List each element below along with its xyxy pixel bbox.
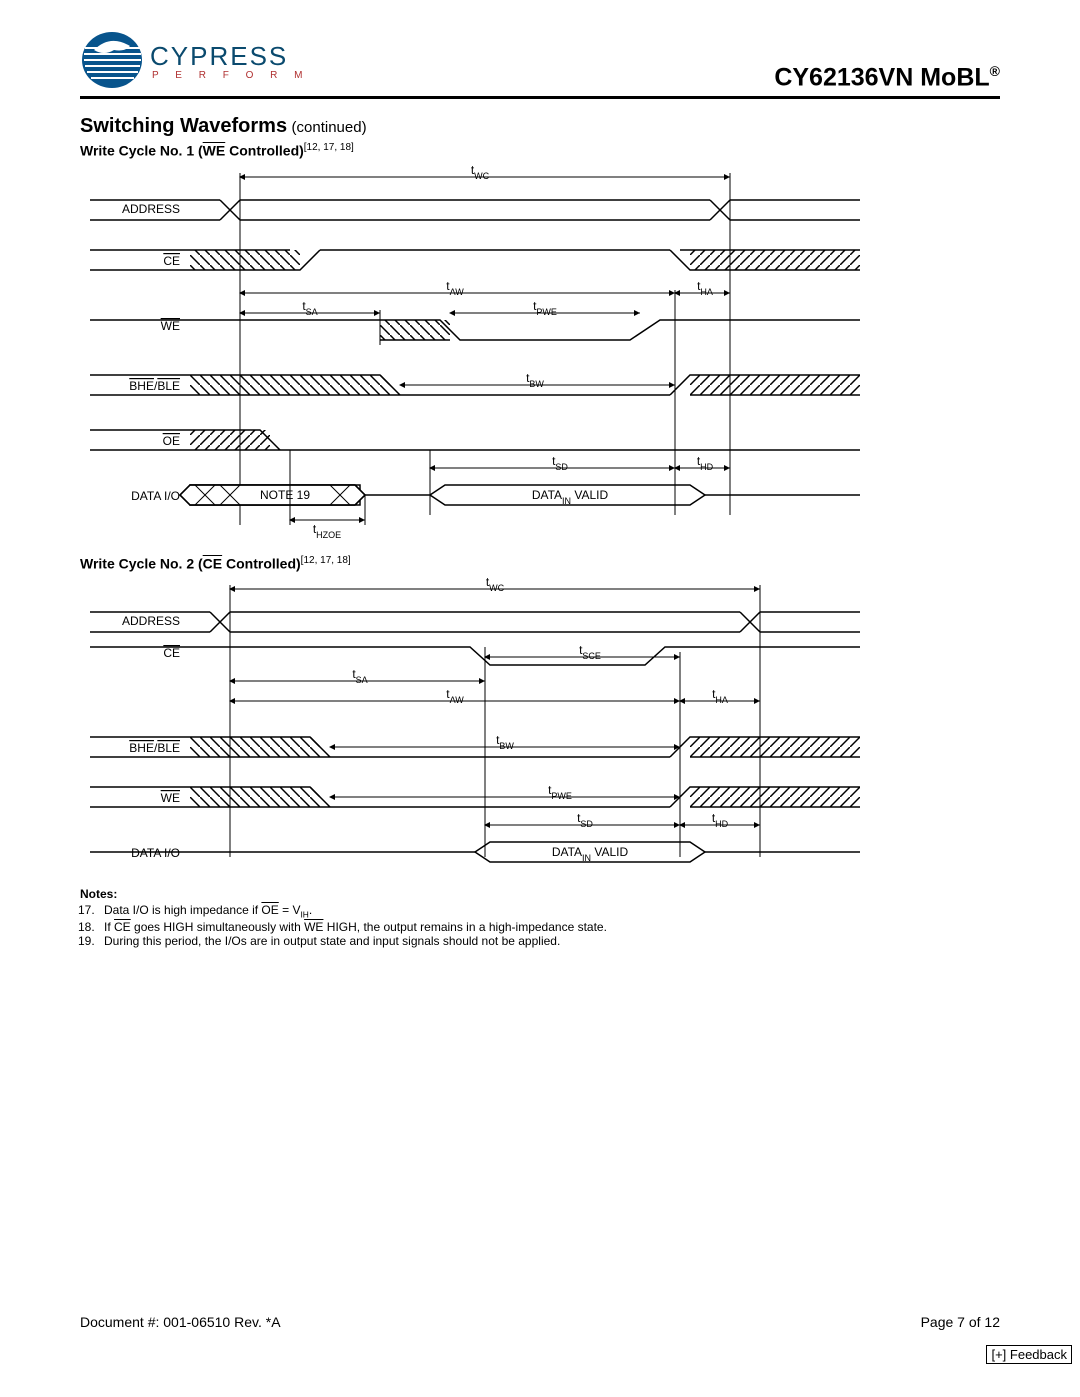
header-rule [80, 96, 1000, 99]
cycle1-title-bar: WE [203, 143, 226, 159]
data-valid-1: DATAIN VALID [532, 488, 609, 506]
sig-we: WE [161, 319, 180, 333]
footer: Document #: 001-06510 Rev. *A Page 7 of … [80, 1314, 1000, 1330]
svg-text:tHD: tHD [697, 454, 714, 472]
brand-sub: P E R F O R M [152, 70, 310, 81]
part-text: CY62136VN MoBL [774, 63, 989, 91]
page-number: Page 7 of 12 [921, 1314, 1000, 1330]
svg-text:tHA: tHA [697, 279, 713, 297]
doc-number: Document #: 001-06510 Rev. *A [80, 1314, 281, 1330]
cycle1-diagram: tWC ADDRESS CE tAW [90, 165, 860, 545]
sig-dataio: DATA I/O [131, 489, 180, 503]
svg-text:tSD: tSD [552, 454, 568, 472]
cycle2-diagram: tWC ADDRESS CE tSCE tSA tAW [90, 577, 860, 877]
svg-text:tSA: tSA [302, 299, 317, 317]
sig2-dataio: DATA I/O [131, 846, 180, 860]
page-header: CYPRESS P E R F O R M CY62136VN MoBL® [80, 30, 1000, 92]
svg-text:tWC: tWC [486, 577, 505, 593]
svg-text:tSCE: tSCE [579, 643, 601, 661]
sig2-we: WE [161, 791, 180, 805]
reg-mark: ® [990, 63, 1000, 79]
svg-text:tPWE: tPWE [548, 783, 572, 801]
svg-text:tAW: tAW [446, 279, 464, 297]
cycle2-title: Write Cycle No. 2 (CE Controlled)[12, 17… [80, 555, 1000, 572]
notes-list: Data I/O is high impedance if OE = VIH. … [80, 903, 1000, 947]
svg-text:tHZOE: tHZOE [313, 522, 341, 540]
svg-text:tSA: tSA [352, 667, 367, 685]
sig2-ce: CE [163, 646, 180, 660]
cycle1-title: Write Cycle No. 1 (WE Controlled)[12, 17… [80, 142, 1000, 159]
brand-name: CYPRESS [150, 41, 310, 72]
page: CYPRESS P E R F O R M CY62136VN MoBL® Sw… [0, 0, 1080, 1370]
logo-icon [80, 30, 150, 92]
note-17: Data I/O is high impedance if OE = VIH. [98, 903, 1000, 919]
sig-address: ADDRESS [122, 202, 180, 216]
sig-bhe-ble: BHE/BLE [129, 379, 180, 393]
section-continued: (continued) [292, 119, 367, 136]
section-title: Switching Waveforms [80, 115, 287, 137]
sig-oe: OE [163, 434, 180, 448]
svg-text:tWC: tWC [471, 165, 490, 181]
cycle2-refs: [12, 17, 18] [301, 555, 351, 566]
logo-text-block: CYPRESS P E R F O R M [150, 41, 310, 81]
notes-heading: Notes: [80, 887, 1000, 901]
cycle1-refs: [12, 17, 18] [304, 142, 354, 153]
data-valid-2: DATAIN VALID [552, 845, 629, 863]
sig2-bhe-ble: BHE/BLE [129, 741, 180, 755]
sig2-address: ADDRESS [122, 614, 180, 628]
cycle1-title-post: Controlled) [225, 143, 304, 159]
part-number: CY62136VN MoBL® [774, 63, 1000, 92]
section-heading: Switching Waveforms (continued) [80, 115, 1000, 138]
note-19: During this period, the I/Os are in outp… [98, 934, 1000, 948]
feedback-button[interactable]: [+] Feedback [986, 1345, 1072, 1364]
svg-text:tHD: tHD [712, 811, 729, 829]
note19-label: NOTE 19 [260, 488, 310, 502]
svg-text:tPWE: tPWE [533, 299, 557, 317]
cycle1-title-pre: Write Cycle No. 1 ( [80, 143, 203, 159]
svg-text:tBW: tBW [526, 371, 544, 389]
note-18: If CE goes HIGH simultaneously with WE H… [98, 920, 1000, 934]
svg-text:tSD: tSD [577, 811, 593, 829]
cycle2-title-post: Controlled) [222, 555, 301, 571]
cycle2-title-pre: Write Cycle No. 2 ( [80, 555, 203, 571]
cycle2-title-bar: CE [203, 555, 222, 571]
svg-text:tAW: tAW [446, 687, 464, 705]
svg-text:tBW: tBW [496, 733, 514, 751]
svg-text:tHA: tHA [712, 687, 728, 705]
sig-ce: CE [163, 254, 180, 268]
logo: CYPRESS P E R F O R M [80, 30, 310, 92]
